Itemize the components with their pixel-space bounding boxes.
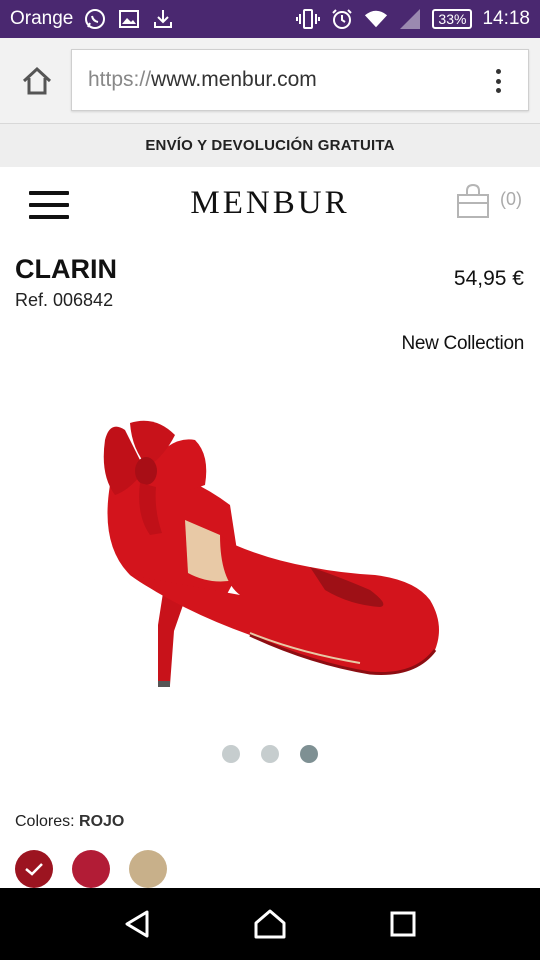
- recents-icon[interactable]: [378, 899, 428, 949]
- color-swatch-selected[interactable]: [15, 850, 53, 888]
- checkmark-icon: [25, 863, 43, 876]
- carrier-name: Orange: [10, 8, 74, 29]
- selected-color-name: ROJO: [79, 813, 125, 830]
- alarm-icon: [330, 7, 354, 31]
- battery-icon: 33%: [432, 9, 473, 29]
- color-swatch[interactable]: [72, 850, 110, 888]
- status-bar: Orange 33% 14:18: [0, 0, 540, 38]
- collection-label: New Collection: [401, 333, 524, 354]
- promo-banner: ENVÍO Y DEVOLUCIÓN GRATUITA: [0, 124, 540, 167]
- battery-level: 33%: [438, 11, 467, 27]
- carousel-dot-active[interactable]: [300, 745, 318, 763]
- clock: 14:18: [482, 8, 530, 29]
- shopping-bag-icon[interactable]: [455, 183, 491, 219]
- wifi-icon: [364, 7, 388, 31]
- cart-count[interactable]: (0): [500, 189, 522, 210]
- product-image[interactable]: [70, 395, 470, 705]
- address-bar[interactable]: https://www.menbur.com: [71, 49, 529, 111]
- url-scheme: https://: [88, 68, 152, 91]
- signal-icon: [398, 7, 422, 31]
- colors-label-text: Colores:: [15, 813, 75, 830]
- nav-home-icon[interactable]: [245, 899, 295, 949]
- product-price: 54,95 €: [453, 267, 524, 290]
- system-navigation-bar: [0, 888, 540, 960]
- carousel-dot[interactable]: [261, 745, 279, 763]
- image-icon: [117, 7, 141, 31]
- download-icon: [151, 7, 175, 31]
- carousel-dot[interactable]: [222, 745, 240, 763]
- browser-toolbar: https://www.menbur.com: [0, 38, 540, 124]
- product-ref: Ref. 006842: [15, 290, 114, 310]
- overflow-menu-icon[interactable]: [486, 67, 510, 95]
- promo-text: ENVÍO Y DEVOLUCIÓN GRATUITA: [145, 137, 395, 154]
- color-swatch[interactable]: [129, 850, 167, 888]
- red-shoe-illustration: [103, 420, 439, 687]
- url-host: www.menbur.com: [151, 68, 317, 91]
- colors-label: Colores: ROJO: [15, 813, 124, 831]
- color-swatches: [15, 850, 167, 888]
- carousel-dots: [0, 745, 540, 763]
- whatsapp-icon: [83, 7, 107, 31]
- vibrate-icon: [296, 7, 321, 31]
- home-icon[interactable]: [20, 64, 54, 98]
- product-title: CLARIN: [15, 254, 117, 284]
- back-icon[interactable]: [112, 899, 162, 949]
- site-header: MENBUR (0): [0, 167, 540, 243]
